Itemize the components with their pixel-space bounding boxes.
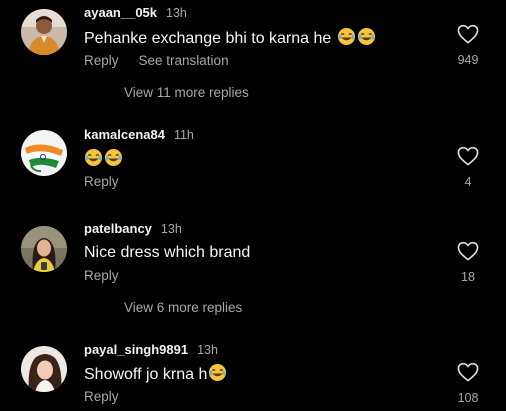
see-translation-button[interactable]: See translation (139, 53, 229, 68)
avatar[interactable] (21, 9, 67, 55)
timestamp: 11h (173, 128, 194, 142)
timestamp: 13h (160, 222, 182, 236)
reply-button[interactable]: Reply (84, 53, 119, 68)
comment-text-content: Nice dress which brand (84, 244, 251, 261)
comment-meta: patelbancy 13h (84, 220, 182, 238)
avatar[interactable] (21, 130, 67, 176)
timestamp: 13h (197, 343, 218, 357)
like-count: 949 (457, 53, 479, 67)
comment-actions: Reply (84, 267, 119, 285)
laughing-face-emoji (208, 363, 227, 382)
comment-text: Showoff jo krna h (84, 363, 227, 386)
comment-actions: Reply (84, 173, 119, 191)
reply-button[interactable]: Reply (84, 389, 119, 404)
reply-button[interactable]: Reply (84, 174, 119, 189)
comment-item: patelbancy 13h Nice dress which brand Rep… (0, 219, 506, 324)
comment-meta: kamalcena84 11h (84, 126, 194, 144)
like-count: 108 (457, 391, 479, 405)
comment-text (84, 148, 123, 171)
username[interactable]: kamalcena84 (84, 127, 165, 142)
like-button[interactable]: 18 (454, 241, 482, 284)
view-replies-button[interactable]: View 11 more replies (124, 85, 249, 100)
view-replies-button[interactable]: View 6 more replies (124, 300, 242, 315)
comment-item: kamalcena84 11h Reply 4 (0, 123, 506, 203)
comment-item: ayaan__05k 13h Pehanke exchange bhi to ka… (0, 0, 506, 110)
avatar[interactable] (21, 346, 67, 392)
heart-outline-icon[interactable] (454, 146, 482, 166)
username[interactable]: payal_singh9891 (84, 342, 188, 357)
like-button[interactable]: 108 (454, 362, 482, 405)
comment-meta: ayaan__05k 13h (84, 4, 187, 22)
comment-actions: Reply (84, 388, 119, 406)
laughing-face-emoji (104, 148, 123, 167)
like-count: 18 (461, 270, 475, 284)
laughing-face-emoji (337, 27, 356, 46)
comment-actions: Reply See translation (84, 52, 229, 70)
heart-outline-icon[interactable] (454, 362, 482, 382)
heart-outline-icon[interactable] (454, 24, 482, 44)
comment-item: payal_singh9891 13h Showoff jo krna h Rep… (0, 341, 506, 411)
username[interactable]: ayaan__05k (84, 5, 157, 20)
avatar[interactable] (21, 226, 67, 272)
like-button[interactable]: 4 (454, 146, 482, 189)
like-count: 4 (464, 175, 472, 189)
timestamp: 13h (166, 6, 187, 20)
heart-outline-icon[interactable] (454, 241, 482, 261)
like-button[interactable]: 949 (454, 24, 482, 67)
comment-meta: payal_singh9891 13h (84, 341, 218, 359)
laughing-face-emoji (84, 148, 103, 167)
username[interactable]: patelbancy (84, 221, 152, 236)
laughing-face-emoji (357, 27, 376, 46)
comment-text-content: Showoff jo krna h (84, 366, 208, 383)
comment-text: Pehanke exchange bhi to karna he (84, 27, 376, 50)
comment-text-content: Pehanke exchange bhi to karna he (84, 30, 332, 47)
comment-text: Nice dress which brand (84, 242, 250, 264)
reply-button[interactable]: Reply (84, 268, 119, 283)
